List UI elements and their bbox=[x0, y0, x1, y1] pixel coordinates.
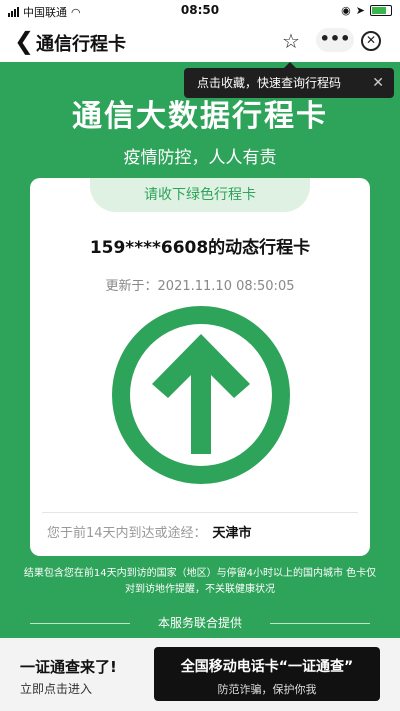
header-subtitle: 疫情防控，人人有责 bbox=[123, 148, 277, 168]
one-id-check-button[interactable]: 全国移动电话卡“一证通查” 防范诈骗，保护你我 bbox=[154, 647, 380, 701]
status-bar: 中国联通 ◠ 08:50 ◉ ➤ bbox=[0, 0, 400, 22]
phone-number: 159****6608的动态行程卡 bbox=[89, 238, 311, 258]
promo-bar[interactable]: 一证通查来了! 立即点击进入 全国移动电话卡“一证通查” 防范诈骗，保护你我 bbox=[0, 638, 400, 711]
route-label: 您于前14天内到达或途经： bbox=[47, 526, 207, 541]
promo-button-subtitle: 防范诈骗，保护你我 bbox=[217, 683, 317, 696]
tooltip-text: 点击收藏，快速查询行程码 bbox=[197, 76, 342, 90]
promo-subtitle[interactable]: 立即点击进入 bbox=[20, 680, 92, 697]
page-title: 通信行程卡 bbox=[36, 34, 126, 55]
divider bbox=[42, 512, 358, 513]
provided-label: 本服务联合提供 bbox=[157, 616, 242, 630]
back-icon[interactable]: ❮ bbox=[14, 28, 34, 54]
itinerary-card: 请收下绿色行程卡 159****6608的动态行程卡 更新于：2021.11.1… bbox=[30, 178, 370, 556]
location-icon: ➤ bbox=[355, 4, 365, 17]
updated-time: 更新于：2021.11.10 08:50:05 bbox=[30, 275, 370, 294]
close-icon[interactable]: ✕ bbox=[361, 31, 381, 51]
disclaimer-note: 结果包含您在前14天内到访的国家（地区）与停留4小时以上的国内城市 色卡仅对到访… bbox=[23, 568, 377, 595]
star-icon[interactable]: ☆ bbox=[282, 29, 300, 53]
route-info: 您于前14天内到达或途经： 天津市 bbox=[47, 522, 252, 541]
clock: 08:50 bbox=[180, 3, 220, 17]
divider bbox=[270, 623, 370, 624]
header-title: 通信大数据行程卡 bbox=[72, 99, 328, 134]
card-tab-label: 请收下绿色行程卡 bbox=[90, 178, 310, 212]
battery-icon bbox=[370, 5, 392, 16]
promo-button-title: 全国移动电话卡“一证通查” bbox=[180, 659, 354, 675]
route-city: 天津市 bbox=[212, 526, 252, 541]
green-arrow-icon bbox=[112, 306, 290, 484]
provided-by: 本服务联合提供 bbox=[0, 614, 400, 632]
lock-rotation-icon: ◉ bbox=[341, 4, 351, 17]
nav-bar: ❮ 通信行程卡 ☆ ••• ✕ bbox=[0, 22, 400, 62]
updated-label: 更新于： bbox=[105, 279, 158, 294]
updated-value: 2021.11.10 08:50:05 bbox=[157, 279, 295, 294]
divider bbox=[30, 623, 130, 624]
promo-title[interactable]: 一证通查来了! bbox=[20, 656, 117, 677]
more-button[interactable]: ••• bbox=[316, 28, 354, 52]
